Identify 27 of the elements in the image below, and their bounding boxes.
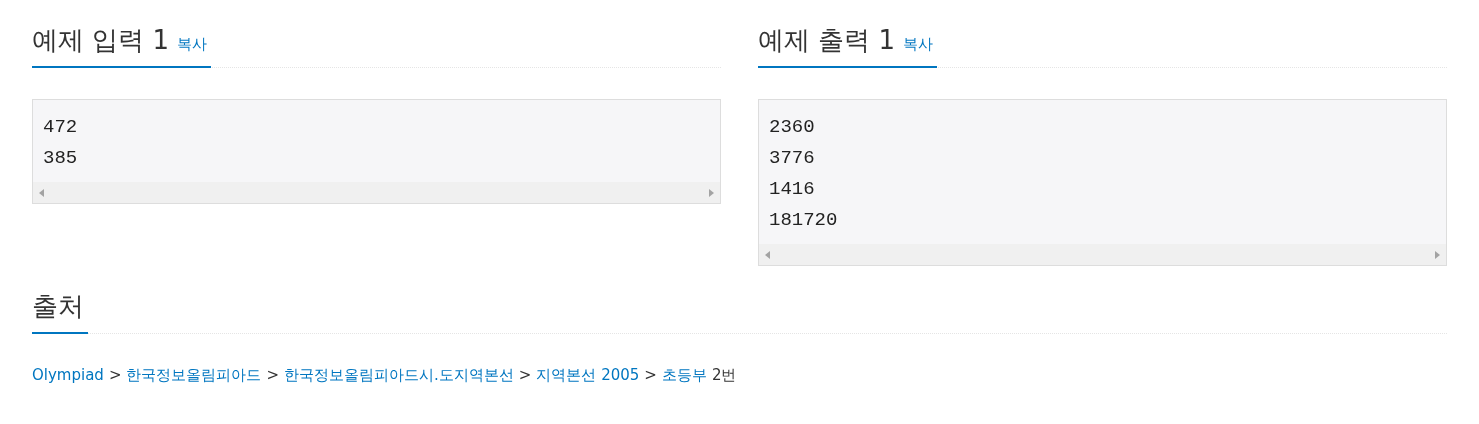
breadcrumb-separator: > <box>266 365 280 386</box>
section-title: 예제 출력 1 <box>758 24 896 57</box>
scroll-right-icon[interactable] <box>1435 250 1440 259</box>
code-line: 2360 <box>769 115 815 140</box>
problem-number: 2번 <box>711 365 737 386</box>
breadcrumb-separator: > <box>518 365 532 386</box>
section-title: 출처 <box>32 290 84 323</box>
scroll-left-icon[interactable] <box>39 188 44 197</box>
code-line: 472 <box>43 115 78 140</box>
scroll-left-icon[interactable] <box>765 250 770 259</box>
copy-link[interactable]: 복사 <box>177 33 208 56</box>
code-line: 3776 <box>769 146 815 171</box>
copy-link[interactable]: 복사 <box>903 33 934 56</box>
horizontal-scrollbar[interactable] <box>759 244 1446 265</box>
breadcrumb-separator: > <box>108 365 122 386</box>
code-line: 385 <box>43 146 78 171</box>
scroll-right-icon[interactable] <box>709 188 714 197</box>
code-line: 181720 <box>769 208 838 233</box>
breadcrumb-link[interactable]: 한국정보올림피아드시.도지역본선 <box>284 364 514 387</box>
breadcrumb-link[interactable]: 한국정보올림피아드 <box>126 364 262 387</box>
section-title: 예제 입력 1 <box>32 24 170 57</box>
breadcrumb-link[interactable]: Olympiad <box>32 364 104 387</box>
breadcrumb-separator: > <box>644 365 657 386</box>
horizontal-scrollbar[interactable] <box>33 182 720 203</box>
code-line: 1416 <box>769 177 815 202</box>
breadcrumb-link[interactable]: 지역본선 2005 <box>536 364 640 387</box>
breadcrumb-link[interactable]: 초등부 <box>661 364 707 387</box>
